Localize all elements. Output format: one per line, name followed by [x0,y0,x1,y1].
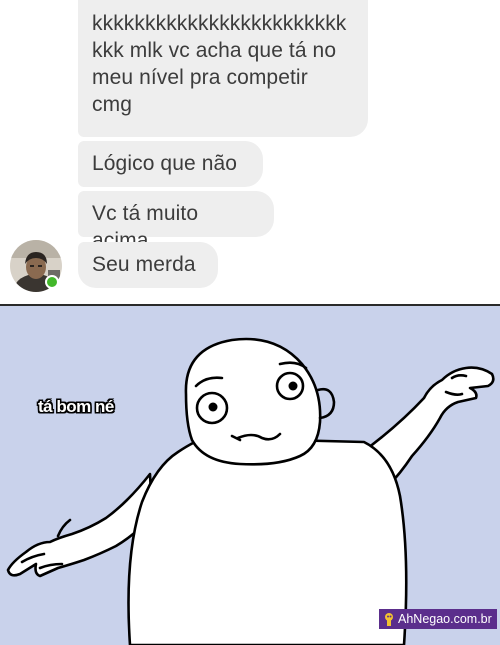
message-bubble: Vc tá muito acima [78,191,274,252]
watermark-text: AhNegao.com.br [398,612,492,626]
message-bubble: kkkkkkkkkkkkkkkkkkkkkkkk kkk mlk vc acha… [78,0,368,137]
ahnegao-logo-icon [385,613,393,626]
online-status-dot [45,275,59,289]
message-bubble: Seu merda [78,242,218,288]
meme-panel: tá bom né AhNegao.com.br [0,306,500,645]
message-bubble: Lógico que não [78,141,263,187]
watermark-badge[interactable]: AhNegao.com.br [379,609,497,629]
chat-conversation: kkkkkkkkkkkkkkkkkkkkkkkk kkk mlk vc acha… [0,0,500,304]
meme-caption: tá bom né [38,397,114,416]
shrugging-rage-face-icon [6,337,495,645]
